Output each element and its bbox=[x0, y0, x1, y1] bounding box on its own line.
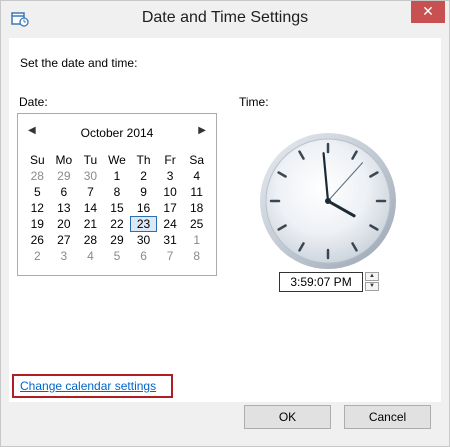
calendar-day[interactable]: 8 bbox=[183, 248, 210, 264]
time-label: Time: bbox=[239, 95, 269, 109]
calendar-day[interactable]: 8 bbox=[104, 184, 131, 200]
calendar-week-row: 5 6 7 8 9 10 11 bbox=[24, 184, 210, 200]
calendar-day[interactable]: 29 bbox=[51, 168, 78, 184]
calendar-day[interactable]: 13 bbox=[51, 200, 78, 216]
calendar-day[interactable]: 10 bbox=[157, 184, 184, 200]
calendar-day[interactable]: 1 bbox=[183, 232, 210, 248]
calendar-month-title[interactable]: October 2014 bbox=[18, 126, 216, 140]
calendar-day[interactable]: 14 bbox=[77, 200, 104, 216]
date-label: Date: bbox=[19, 95, 48, 109]
calendar-day[interactable]: 28 bbox=[24, 168, 51, 184]
calendar-day[interactable]: 18 bbox=[183, 200, 210, 216]
next-month-button[interactable]: ▶ bbox=[198, 125, 206, 136]
weekday-label: We bbox=[108, 153, 126, 167]
calendar-day[interactable]: 5 bbox=[24, 184, 51, 200]
calendar-day[interactable]: 29 bbox=[104, 232, 131, 248]
calendar-grid: Su Mo Tu We Th Fr Sa 28 29 30 1 2 3 4 5 6 7 8 9 10 11 12 13 14 1… bbox=[24, 152, 210, 264]
calendar-week-row: 12 13 14 15 16 17 18 bbox=[24, 200, 210, 216]
weekday-label: Tu bbox=[83, 153, 98, 167]
calendar-day[interactable]: 3 bbox=[157, 168, 184, 184]
calendar-day[interactable]: 12 bbox=[24, 200, 51, 216]
analog-clock bbox=[260, 133, 396, 269]
calendar-day-selected[interactable]: 23 bbox=[130, 216, 157, 232]
calendar-day[interactable]: 5 bbox=[104, 248, 131, 264]
date-time-settings-window: Date and Time Settings ✕ Set the date an… bbox=[0, 0, 450, 447]
calendar-day[interactable]: 24 bbox=[157, 216, 184, 232]
calendar-day[interactable]: 16 bbox=[130, 200, 157, 216]
calendar-day[interactable]: 28 bbox=[77, 232, 104, 248]
calendar-week-row: 26 27 28 29 30 31 1 bbox=[24, 232, 210, 248]
calendar-week-row: 19 20 21 22 23 24 25 bbox=[24, 216, 210, 232]
calendar-day[interactable]: 7 bbox=[157, 248, 184, 264]
time-spin-down[interactable]: ▼ bbox=[365, 282, 379, 291]
time-spin-up[interactable]: ▲ bbox=[365, 272, 379, 281]
calendar-day[interactable]: 27 bbox=[51, 232, 78, 248]
weekday-label: Mo bbox=[55, 153, 73, 167]
calendar-day[interactable]: 1 bbox=[104, 168, 131, 184]
calendar-day[interactable]: 30 bbox=[130, 232, 157, 248]
time-input[interactable]: 3:59:07 PM bbox=[279, 272, 363, 292]
weekday-header-row: Su Mo Tu We Th Fr Sa bbox=[24, 152, 210, 168]
calendar-day[interactable]: 2 bbox=[24, 248, 51, 264]
instruction-text: Set the date and time: bbox=[20, 56, 138, 70]
calendar-day[interactable]: 19 bbox=[24, 216, 51, 232]
calendar-day[interactable]: 9 bbox=[130, 184, 157, 200]
weekday-label: Su bbox=[29, 153, 45, 167]
calendar-day[interactable]: 22 bbox=[104, 216, 131, 232]
close-button[interactable]: ✕ bbox=[411, 1, 445, 23]
calendar-day[interactable]: 17 bbox=[157, 200, 184, 216]
change-calendar-settings-link[interactable]: Change calendar settings bbox=[20, 379, 156, 393]
calendar-week-row: 28 29 30 1 2 3 4 bbox=[24, 168, 210, 184]
calendar-day[interactable]: 20 bbox=[51, 216, 78, 232]
clock-center bbox=[325, 198, 331, 204]
cancel-button[interactable]: Cancel bbox=[344, 405, 431, 429]
calendar-day[interactable]: 15 bbox=[104, 200, 131, 216]
weekday-label: Sa bbox=[189, 153, 204, 167]
weekday-label: Fr bbox=[164, 153, 176, 167]
calendar-day[interactable]: 26 bbox=[24, 232, 51, 248]
calendar-day[interactable]: 11 bbox=[183, 184, 210, 200]
title-bar: Date and Time Settings ✕ bbox=[1, 1, 449, 38]
calendar-day[interactable]: 6 bbox=[130, 248, 157, 264]
weekday-label: Th bbox=[136, 153, 151, 167]
calendar-day[interactable]: 4 bbox=[77, 248, 104, 264]
calendar-day[interactable]: 3 bbox=[51, 248, 78, 264]
calendar-day[interactable]: 31 bbox=[157, 232, 184, 248]
window-title: Date and Time Settings bbox=[141, 9, 309, 26]
ok-button[interactable]: OK bbox=[244, 405, 331, 429]
calendar-day[interactable]: 4 bbox=[183, 168, 210, 184]
calendar-day[interactable]: 6 bbox=[51, 184, 78, 200]
calendar: ◀ October 2014 ▶ Su Mo Tu We Th Fr Sa 28 29 30 1 2 3… bbox=[17, 113, 217, 276]
calendar-day[interactable]: 7 bbox=[77, 184, 104, 200]
calendar-day[interactable]: 30 bbox=[77, 168, 104, 184]
calendar-day[interactable]: 2 bbox=[130, 168, 157, 184]
calendar-day[interactable]: 21 bbox=[77, 216, 104, 232]
calendar-day[interactable]: 25 bbox=[183, 216, 210, 232]
calendar-week-row: 2345678 bbox=[24, 248, 210, 264]
change-calendar-settings-highlight: Change calendar settings bbox=[12, 374, 173, 398]
